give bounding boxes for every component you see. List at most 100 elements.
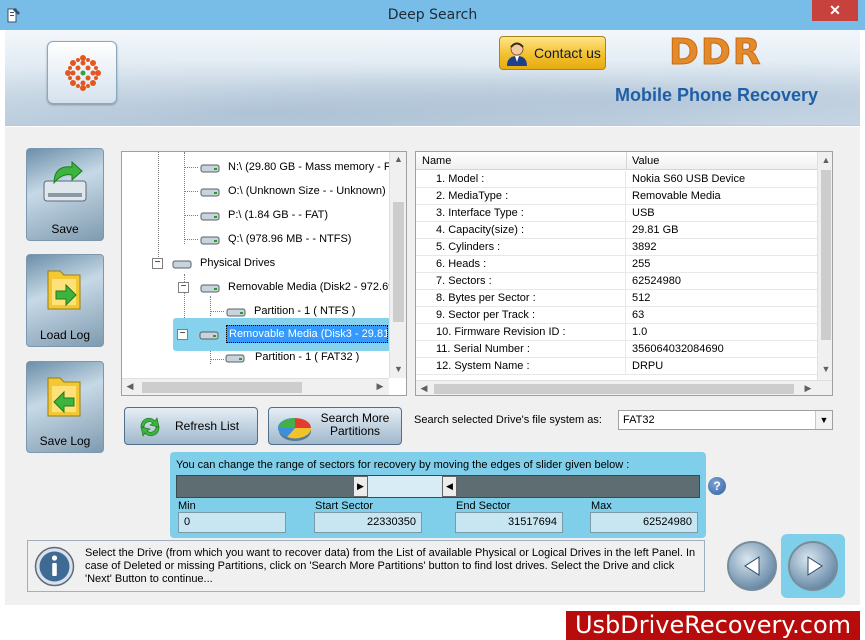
table-row[interactable]: 4. Capacity(size) : 29.81 GB — [416, 222, 817, 239]
search-more-partitions-label: Search More Partitions — [320, 411, 390, 438]
property-value: 29.81 GB — [632, 224, 679, 236]
range-instruction: You can change the range of sectors for … — [176, 459, 630, 471]
collapse-icon[interactable]: − — [178, 282, 189, 293]
contact-us-button[interactable]: Contact us — [499, 36, 606, 70]
table-row[interactable]: 10. Firmware Revision ID : 1.0 — [416, 324, 817, 341]
table-row[interactable]: 9. Sector per Track : 63 — [416, 307, 817, 324]
table-horizontal-scrollbar[interactable]: ◀ ▶ — [416, 380, 832, 395]
property-value: 255 — [632, 258, 651, 270]
table-row[interactable]: 6. Heads : 255 — [416, 256, 817, 273]
min-label: Min — [178, 500, 196, 512]
property-value: DRPU — [632, 360, 664, 372]
table-row[interactable]: 3. Interface Type : USB — [416, 205, 817, 222]
table-row[interactable]: 11. Serial Number : 356064032084690 — [416, 341, 817, 358]
property-name: 1. Model : — [416, 171, 626, 188]
load-log-label: Load Log — [39, 328, 91, 342]
tree-vertical-scrollbar[interactable]: ▲ ▼ — [389, 152, 406, 378]
info-panel: Select the Drive (from which you want to… — [27, 540, 705, 592]
drive-icon — [200, 236, 220, 245]
table-row[interactable]: 8. Bytes per Sector : 512 — [416, 290, 817, 307]
tree-horizontal-scrollbar[interactable]: ◀ ▶ — [122, 378, 389, 395]
partition-icon — [226, 308, 246, 317]
filesystem-label: Search selected Drive's file system as: — [414, 414, 602, 426]
collapse-icon[interactable]: − — [152, 258, 163, 269]
max-label: Max — [591, 500, 612, 512]
chevron-down-icon[interactable]: ▼ — [815, 411, 832, 429]
save-drive-icon — [43, 160, 87, 202]
tree-item-label: Removable Media (Disk2 - 972.69 — [228, 281, 395, 293]
scroll-up-icon[interactable]: ▲ — [818, 155, 832, 165]
logo-icon — [65, 55, 101, 91]
scroll-left-icon[interactable]: ◀ — [418, 383, 430, 394]
brand-name: DDR — [669, 32, 763, 74]
scroll-right-icon[interactable]: ▶ — [802, 383, 814, 394]
save-log-label: Save Log — [39, 434, 91, 448]
tree-item-label: P:\ (1.84 GB - - FAT) — [228, 209, 329, 221]
next-button[interactable] — [781, 534, 845, 598]
tree-item-label: O:\ (Unknown Size - - Unknown) — [228, 185, 386, 197]
property-name: 7. Sectors : — [416, 273, 626, 290]
drive-group-icon — [172, 260, 192, 269]
refresh-icon — [140, 417, 160, 437]
start-sector-label: Start Sector — [315, 500, 374, 512]
help-icon[interactable]: ? — [708, 477, 726, 495]
collapse-icon[interactable]: − — [177, 329, 188, 340]
load-log-button[interactable]: Load Log — [26, 254, 104, 347]
scroll-left-icon[interactable]: ◀ — [124, 381, 136, 392]
refresh-list-button[interactable]: Refresh List — [124, 407, 258, 445]
save-label: Save — [51, 222, 79, 236]
folder-load-icon — [47, 270, 81, 310]
slider-selected-range[interactable] — [368, 476, 442, 497]
max-value-field: 62524980 — [590, 512, 698, 533]
filesystem-select[interactable]: FAT32 ▼ — [618, 410, 833, 430]
column-header-value[interactable]: Value — [632, 155, 659, 167]
filesystem-selected-value: FAT32 — [623, 414, 655, 426]
tree-item-label: Physical Drives — [200, 257, 276, 269]
save-log-button[interactable]: Save Log — [26, 361, 104, 453]
property-name: 8. Bytes per Sector : — [416, 290, 626, 307]
scroll-down-icon[interactable]: ▼ — [390, 364, 407, 374]
table-row[interactable]: 12. System Name : DRPU — [416, 358, 817, 375]
search-more-partitions-button[interactable]: Search More Partitions — [268, 407, 402, 445]
table-row[interactable]: 1. Model : Nokia S60 USB Device — [416, 171, 817, 188]
end-sector-field[interactable]: 31517694 — [455, 512, 563, 533]
slider-end-handle[interactable]: ◀ — [442, 476, 457, 497]
property-name: 10. Firmware Revision ID : — [416, 324, 626, 341]
save-button[interactable]: Save — [26, 148, 104, 241]
sector-range-slider[interactable]: ▶ ◀ — [176, 475, 700, 498]
property-value: 1.0 — [632, 326, 648, 338]
person-icon — [507, 42, 527, 66]
column-header-name[interactable]: Name — [422, 155, 451, 167]
scroll-up-icon[interactable]: ▲ — [390, 154, 407, 164]
partition-icon — [225, 354, 245, 363]
property-value: Removable Media — [632, 190, 721, 202]
table-header: Name Value — [416, 152, 817, 170]
property-name: 9. Sector per Track : — [416, 307, 626, 324]
property-name: 11. Serial Number : — [416, 341, 626, 358]
property-value: 356064032084690 — [632, 343, 724, 355]
info-message: Select the Drive (from which you want to… — [85, 547, 696, 585]
title-bar: Deep Search ✕ — [0, 0, 865, 30]
product-subtitle: Mobile Phone Recovery — [615, 85, 819, 105]
table-vertical-scrollbar[interactable]: ▲ ▼ — [817, 152, 832, 380]
property-value: USB — [632, 207, 655, 219]
slider-start-handle[interactable]: ▶ — [353, 476, 368, 497]
table-row[interactable]: 7. Sectors : 62524980 — [416, 273, 817, 290]
table-row[interactable]: 5. Cylinders : 3892 — [416, 239, 817, 256]
table-row[interactable]: 2. MediaType : Removable Media — [416, 188, 817, 205]
scroll-right-icon[interactable]: ▶ — [374, 381, 386, 392]
sector-range-panel: You can change the range of sectors for … — [170, 452, 706, 538]
drive-properties-table[interactable]: Name Value 1. Model : Nokia S60 USB Devic… — [415, 151, 833, 396]
header-banner: Contact us DDR Mobile Phone Recovery — [5, 30, 860, 126]
pie-chart-icon — [277, 417, 312, 441]
scroll-down-icon[interactable]: ▼ — [818, 364, 832, 374]
close-button[interactable]: ✕ — [812, 0, 858, 21]
arrow-left-icon — [744, 556, 760, 576]
start-sector-field[interactable]: 22330350 — [314, 512, 422, 533]
drive-icon — [200, 212, 220, 221]
tree-item-label: Q:\ (978.96 MB - - NTFS) — [228, 233, 352, 245]
back-button[interactable] — [720, 534, 784, 598]
property-value: Nokia S60 USB Device — [632, 173, 746, 185]
website-footer: UsbDriveRecovery.com — [566, 611, 860, 640]
property-value: 63 — [632, 309, 645, 321]
